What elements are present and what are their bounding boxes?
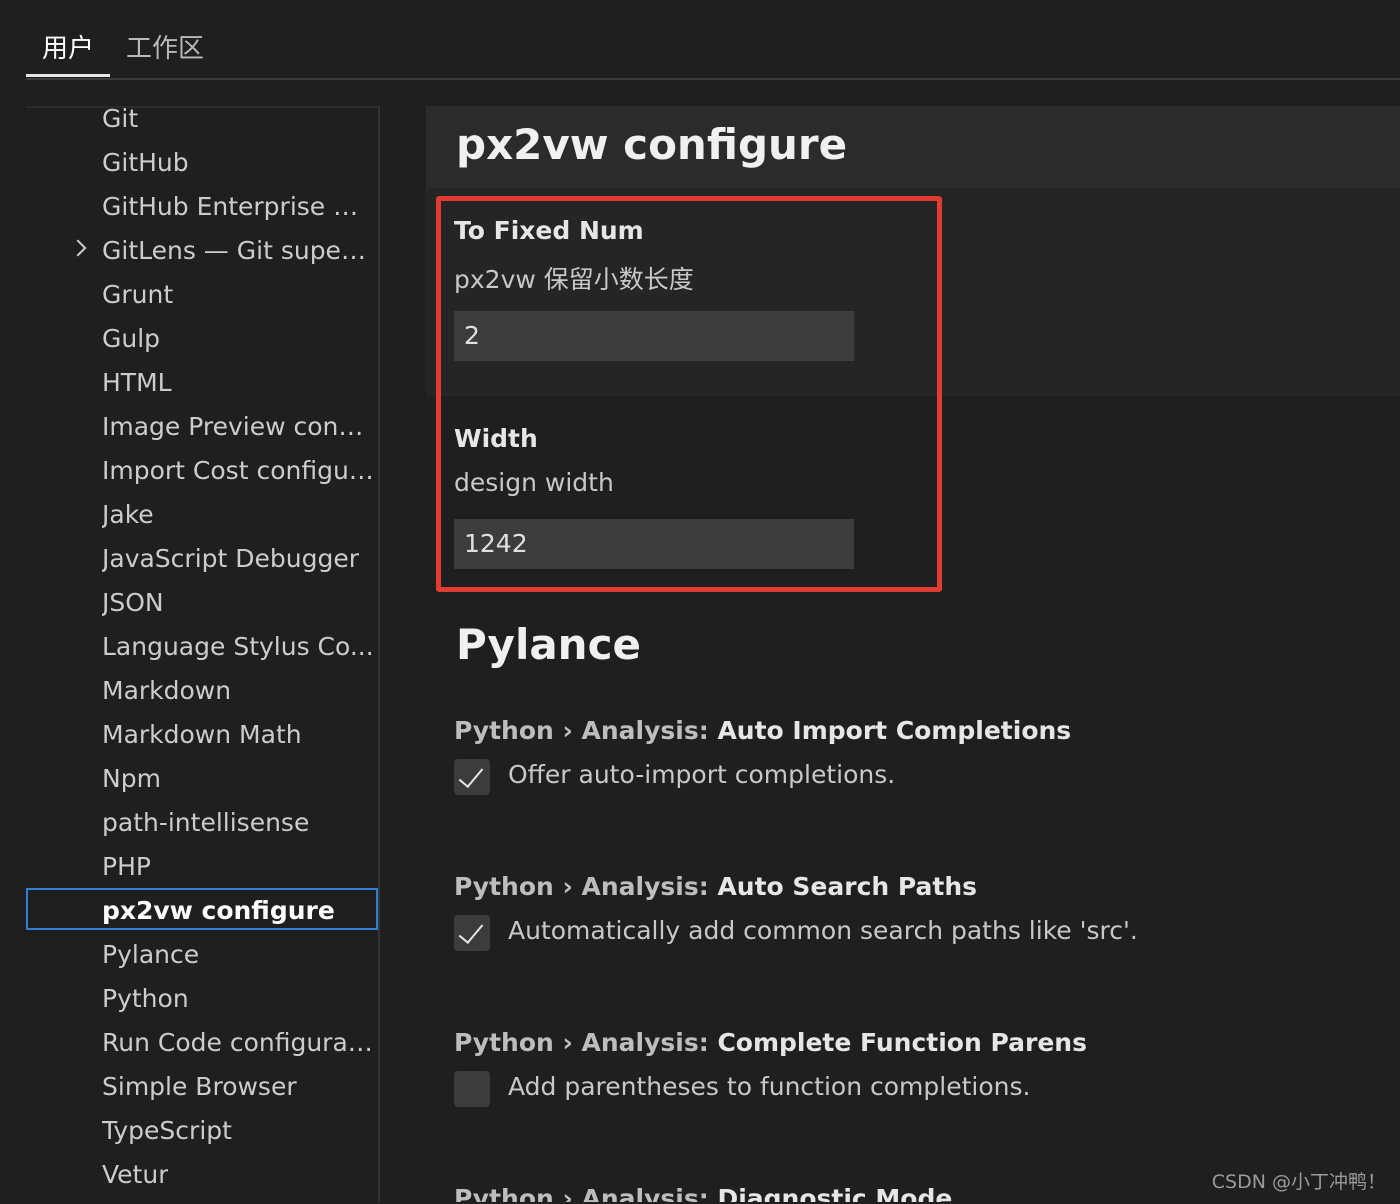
toc-item-import-cost[interactable]: Import Cost configur... [26, 450, 378, 492]
toc-item-python[interactable]: Python [26, 978, 378, 1020]
toc-item-github-enterprise[interactable]: GitHub Enterprise Au... [26, 186, 378, 228]
settings-editor: px2vw configure To Fixed Num px2vw 保留小数长… [380, 106, 1400, 1202]
toc-item-image-preview[interactable]: Image Preview confi... [26, 406, 378, 448]
tab-workspace[interactable]: 工作区 [126, 28, 204, 65]
toc-item-gulp[interactable]: Gulp [26, 318, 378, 360]
checkmark-icon [459, 918, 484, 944]
annotation-highlight-box [436, 196, 942, 592]
setting-auto-search-paths-title: Python › Analysis: Auto Search Paths [454, 872, 977, 901]
complete-function-parens-checkbox[interactable] [454, 1071, 490, 1107]
toc-item-json[interactable]: JSON [26, 582, 378, 624]
setting-name: Auto Import Completions [717, 716, 1071, 745]
auto-search-paths-description: Automatically add common search paths li… [508, 916, 1138, 945]
toc-item-php[interactable]: PHP [26, 846, 378, 888]
setting-name: Complete Function Parens [717, 1028, 1087, 1057]
setting-complete-function-parens-title: Python › Analysis: Complete Function Par… [454, 1028, 1087, 1057]
toc-item-typescript[interactable]: TypeScript [26, 1110, 378, 1152]
complete-function-parens-description: Add parentheses to function completions. [508, 1072, 1030, 1101]
px2vw-section-title: px2vw configure [456, 120, 847, 169]
watermark: CSDN @小丁冲鸭！ [1212, 1167, 1386, 1194]
toc-item-git[interactable]: Git [26, 106, 378, 140]
toc-item-html[interactable]: HTML [26, 362, 378, 404]
toc-item-jake[interactable]: Jake [26, 494, 378, 536]
toc-item-language-stylus[interactable]: Language Stylus Co... [26, 626, 378, 668]
setting-prefix: Python › Analysis: [454, 872, 717, 901]
toc-item-px2vw-configure[interactable]: px2vw configure [26, 888, 378, 930]
toc-item-markdown[interactable]: Markdown [26, 670, 378, 712]
settings-scope-tabs: 用户 工作区 [26, 0, 1400, 80]
toc-item-grunt[interactable]: Grunt [26, 274, 378, 316]
toc-item-simple-browser[interactable]: Simple Browser [26, 1066, 378, 1108]
setting-name: Auto Search Paths [717, 872, 977, 901]
setting-auto-import-completions-title: Python › Analysis: Auto Import Completio… [454, 716, 1071, 745]
setting-prefix: Python › Analysis: [454, 1028, 717, 1057]
toc-item-javascript-debugger[interactable]: JavaScript Debugger [26, 538, 378, 580]
setting-prefix: Python › Analysis: [454, 716, 717, 745]
auto-search-paths-checkbox[interactable] [454, 915, 490, 951]
checkmark-icon [459, 762, 484, 788]
toc-item-markdown-math[interactable]: Markdown Math [26, 714, 378, 756]
active-tab-indicator [26, 74, 110, 77]
setting-name: Diagnostic Mode [717, 1184, 952, 1202]
tab-user[interactable]: 用户 [42, 28, 94, 65]
toc-item-gitlens[interactable]: GitLens — Git superc... [26, 230, 378, 272]
auto-import-completions-description: Offer auto-import completions. [508, 760, 895, 789]
settings-toc: Git GitHub GitHub Enterprise Au... GitLe… [26, 106, 378, 1204]
pylance-section-title: Pylance [456, 620, 641, 669]
setting-diagnostic-mode-title: Python › Analysis: Diagnostic Mode [454, 1184, 952, 1202]
toc-item-npm[interactable]: Npm [26, 758, 378, 800]
toc-item-vetur[interactable]: Vetur [26, 1154, 378, 1196]
chevron-right-icon[interactable] [70, 240, 87, 257]
auto-import-completions-checkbox[interactable] [454, 759, 490, 795]
toc-item-github[interactable]: GitHub [26, 142, 378, 184]
toc-item-path-intellisense[interactable]: path-intellisense [26, 802, 378, 844]
toc-item-pylance[interactable]: Pylance [26, 934, 378, 976]
toc-item-run-code[interactable]: Run Code configurat... [26, 1022, 378, 1064]
setting-prefix: Python › Analysis: [454, 1184, 717, 1202]
